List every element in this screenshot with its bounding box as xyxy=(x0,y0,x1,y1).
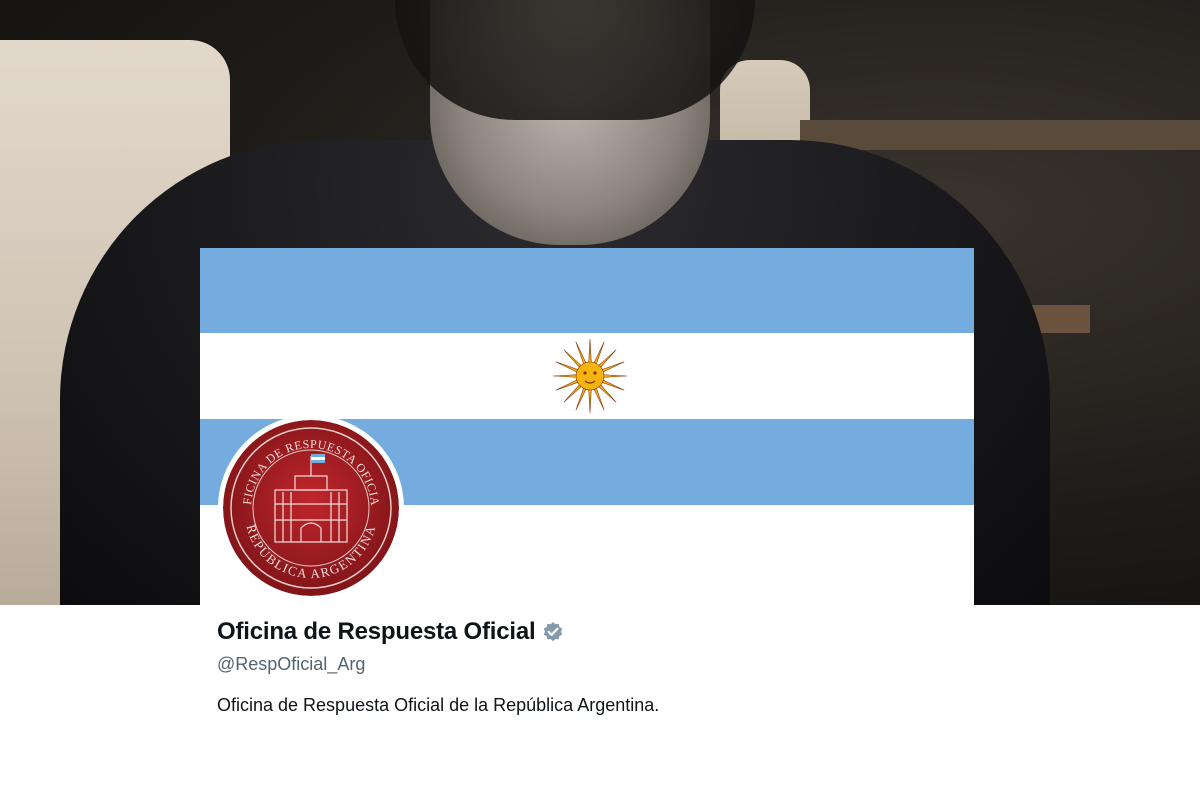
sol-de-mayo-icon xyxy=(552,338,628,414)
desk xyxy=(800,120,1200,150)
display-name[interactable]: Oficina de Respuesta Oficial xyxy=(217,618,536,646)
verified-badge-icon[interactable] xyxy=(542,621,564,643)
flag-stripe-top xyxy=(200,248,974,333)
profile-name-row: Oficina de Respuesta Oficial xyxy=(217,618,564,646)
profile-bio: Oficina de Respuesta Oficial de la Repúb… xyxy=(217,695,660,715)
seal-logo: OFICINA DE RESPUESTA OFICIAL REPÚBLICA A… xyxy=(223,420,399,596)
profile-handle[interactable]: @RespOficial_Arg xyxy=(217,654,365,675)
avatar[interactable]: OFICINA DE RESPUESTA OFICIAL REPÚBLICA A… xyxy=(223,420,399,596)
